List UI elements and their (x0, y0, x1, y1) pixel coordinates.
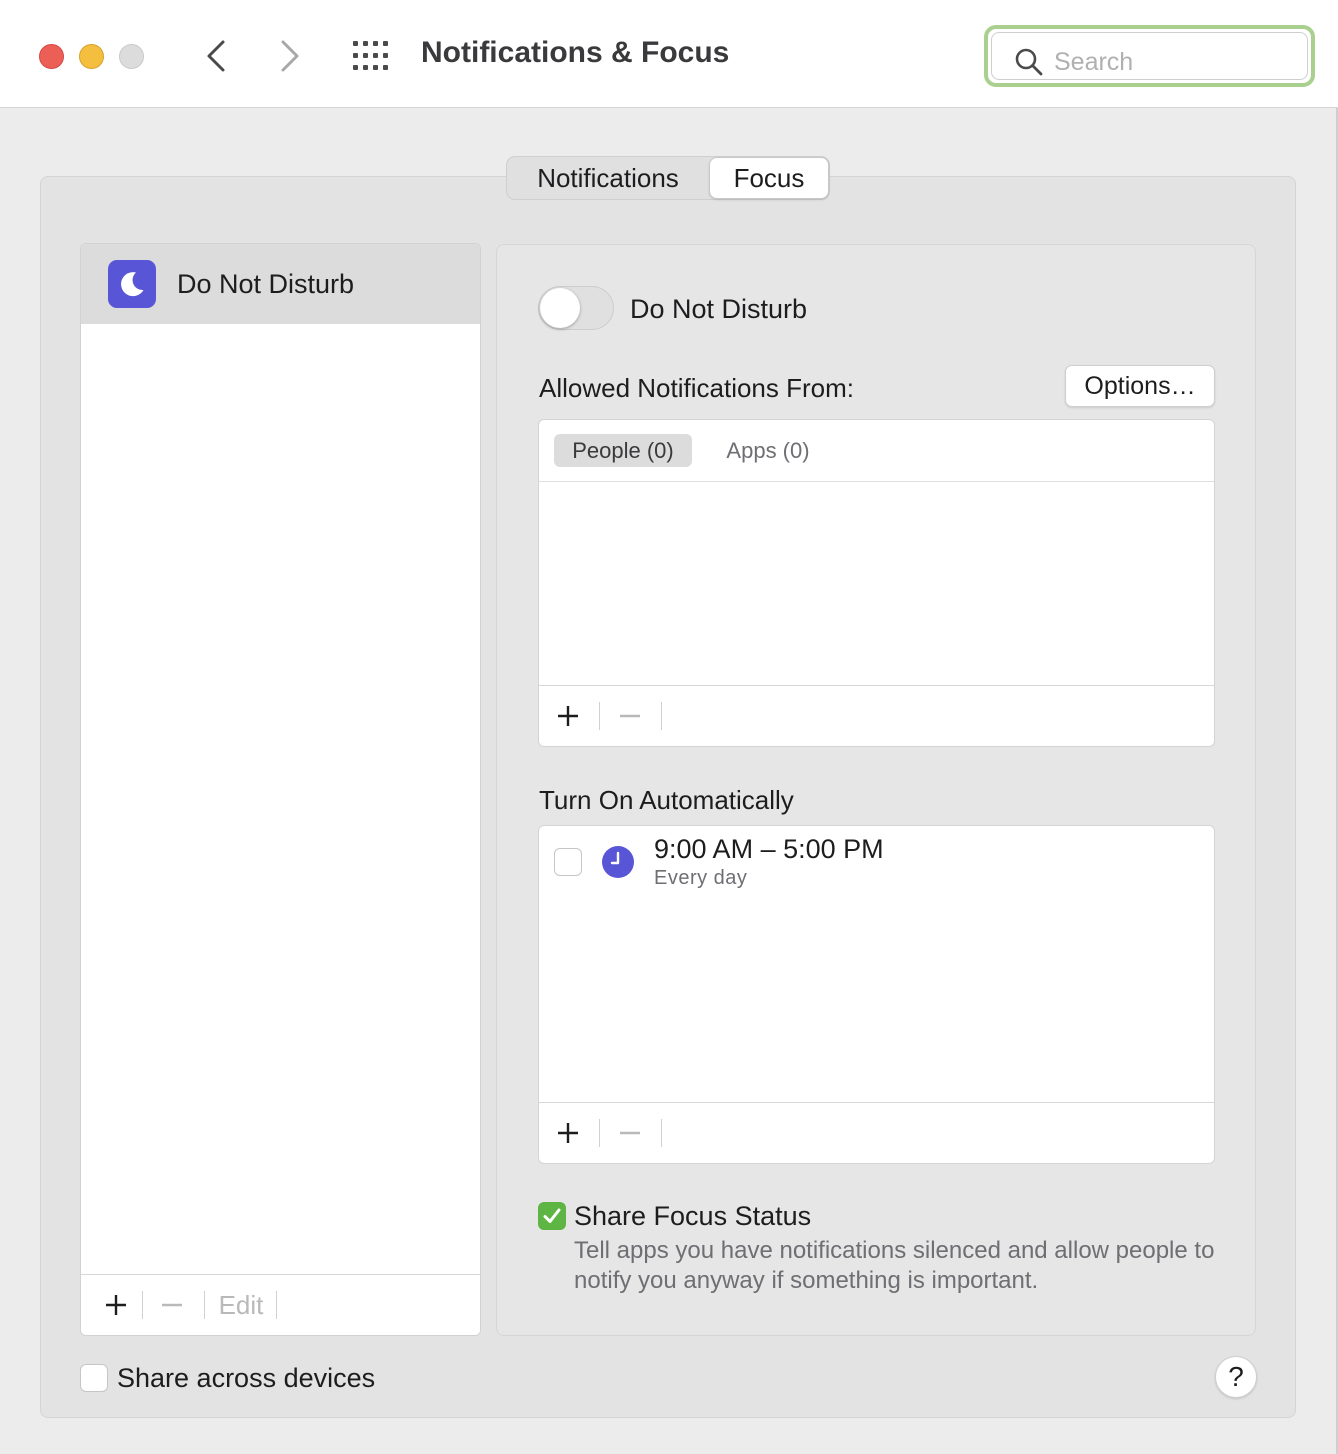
share-across-devices-checkbox[interactable] (80, 1364, 108, 1392)
toolbar-divider (599, 702, 600, 730)
add-schedule-button[interactable] (545, 1103, 591, 1163)
back-button[interactable] (196, 36, 236, 76)
zoom-window-button[interactable] (119, 44, 144, 69)
toggle-knob (540, 288, 580, 328)
options-button[interactable]: Options… (1065, 365, 1215, 407)
chevron-left-icon (207, 40, 225, 72)
toolbar-divider (204, 1291, 205, 1319)
schedule-time: 9:00 AM – 5:00 PM (654, 834, 884, 864)
share-focus-status-description: Tell apps you have notifications silence… (574, 1237, 1215, 1294)
schedule-box: 9:00 AM – 5:00 PM Every day (538, 825, 1215, 1164)
schedule-toolbar (539, 1102, 1214, 1163)
turn-on-automatically-label: Turn On Automatically (539, 785, 794, 815)
add-focus-button[interactable] (93, 1275, 139, 1335)
close-window-button[interactable] (39, 44, 64, 69)
search-field-frame (991, 32, 1308, 80)
allowed-notifications-box: People (0) Apps (0) (538, 419, 1215, 747)
page-title: Notifications & Focus (421, 36, 730, 69)
edit-focus-button[interactable]: Edit (209, 1275, 273, 1335)
plus-icon (558, 706, 578, 726)
preferences-window: Notifications & Focus Notifications Focu… (0, 0, 1338, 1454)
subtab-apps[interactable]: Apps (0) (709, 434, 827, 467)
minus-icon (162, 1303, 182, 1307)
checkmark-icon (543, 1208, 561, 1223)
tab-focus[interactable]: Focus (709, 157, 829, 199)
minimize-window-button[interactable] (79, 44, 104, 69)
minus-icon (620, 714, 640, 718)
add-allowed-button[interactable] (545, 686, 591, 746)
remove-allowed-button[interactable] (607, 686, 653, 746)
show-all-button[interactable] (350, 37, 394, 75)
remove-focus-button[interactable] (149, 1275, 195, 1335)
clock-icon (602, 846, 634, 878)
allowed-notifications-label: Allowed Notifications From: (539, 373, 854, 403)
allowed-toolbar (539, 685, 1214, 746)
share-focus-status-checkbox[interactable] (538, 1202, 566, 1230)
minus-icon (620, 1131, 640, 1135)
edit-label: Edit (218, 1289, 264, 1320)
toolbar-divider (142, 1291, 143, 1319)
moon-icon (108, 260, 156, 308)
toolbar-divider (599, 1119, 600, 1147)
schedule-enabled-checkbox[interactable] (554, 848, 582, 876)
tab-notifications[interactable]: Notifications (507, 157, 709, 199)
search-input[interactable] (1054, 45, 1294, 79)
search-icon (1015, 48, 1043, 76)
share-across-devices-label: Share across devices (117, 1363, 376, 1393)
titlebar: Notifications & Focus (0, 0, 1338, 108)
share-focus-status-label: Share Focus Status (574, 1201, 812, 1231)
plus-icon (106, 1295, 126, 1315)
help-button[interactable]: ? (1215, 1356, 1257, 1398)
toolbar-divider (276, 1291, 277, 1319)
focus-list-item-do-not-disturb[interactable]: Do Not Disturb (81, 244, 480, 324)
plus-icon (558, 1123, 578, 1143)
subtab-people[interactable]: People (0) (554, 434, 692, 467)
toolbar-divider (661, 702, 662, 730)
search-field[interactable] (984, 25, 1315, 87)
focus-list-toolbar: Edit (81, 1274, 480, 1335)
toggle-label: Do Not Disturb (630, 294, 808, 324)
allowed-subtabs: People (0) Apps (0) (539, 420, 1214, 482)
chevron-right-icon (281, 40, 299, 72)
tab-control: Notifications Focus (506, 156, 830, 200)
remove-schedule-button[interactable] (607, 1103, 653, 1163)
schedule-repeat: Every day (654, 867, 748, 889)
focus-detail-panel: Do Not Disturb Allowed Notifications Fro… (496, 244, 1256, 1336)
toolbar-divider (661, 1119, 662, 1147)
focus-list: Do Not Disturb Edit (80, 243, 481, 1336)
do-not-disturb-toggle[interactable] (538, 286, 614, 330)
forward-button[interactable] (270, 36, 310, 76)
focus-list-item-label: Do Not Disturb (177, 269, 355, 299)
grid-icon (353, 41, 388, 70)
